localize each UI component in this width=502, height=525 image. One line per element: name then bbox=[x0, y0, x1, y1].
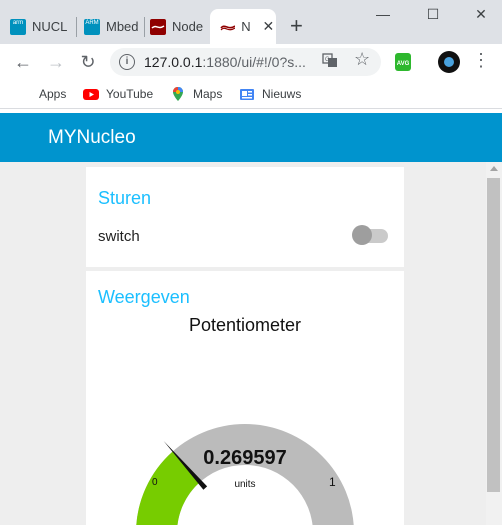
browser-toolbar: ← → ↻ i 127.0.0.1:1880/ui/#!/0?s... G ☆ … bbox=[0, 44, 502, 80]
tab-mbed[interactable]: ARM Mbed bbox=[74, 9, 144, 44]
group-title-sturen: Sturen bbox=[98, 188, 152, 208]
switch-label: switch bbox=[98, 228, 140, 245]
tab-close-icon[interactable]: ✕ bbox=[261, 18, 276, 35]
new-tab-button[interactable]: + bbox=[290, 14, 303, 38]
tab-title: NUCL bbox=[32, 19, 68, 34]
bookmark-maps[interactable]: Maps bbox=[170, 86, 222, 102]
apps-grid-icon bbox=[16, 86, 32, 102]
youtube-icon bbox=[83, 86, 99, 102]
address-bar[interactable]: i 127.0.0.1:1880/ui/#!/0?s... bbox=[110, 48, 381, 76]
gauge-units: units bbox=[234, 479, 256, 490]
tab-title: Node bbox=[172, 19, 204, 34]
avg-extension-icon[interactable]: AVG bbox=[395, 53, 411, 71]
tab-node[interactable]: Node bbox=[140, 9, 208, 44]
tab-active[interactable]: N ✕ bbox=[210, 9, 276, 44]
svg-text:G: G bbox=[325, 57, 330, 63]
bookmark-star-icon[interactable]: ☆ bbox=[354, 49, 370, 70]
bookmark-apps[interactable]: Apps bbox=[16, 86, 66, 102]
dashboard-title: MYNucleo bbox=[48, 127, 136, 148]
tab-strip: arm NUCL ARM Mbed Node N ✕ + — ☐ ✕ bbox=[0, 0, 502, 44]
scrollbar-thumb[interactable] bbox=[487, 178, 500, 492]
maps-pin-icon bbox=[170, 86, 186, 102]
url-host: 127.0.0.1 bbox=[144, 54, 203, 70]
reload-icon[interactable]: ↻ bbox=[77, 51, 99, 73]
tab-title: Mbed bbox=[106, 19, 139, 34]
profile-avatar[interactable] bbox=[438, 51, 460, 73]
gauge-value: 0.269597 bbox=[203, 447, 287, 469]
bookmark-nieuws[interactable]: Nieuws bbox=[239, 86, 301, 102]
node-red-favicon-icon bbox=[150, 18, 166, 35]
bookmark-label: Apps bbox=[39, 87, 67, 101]
maximize-icon[interactable]: ☐ bbox=[418, 6, 448, 28]
dashboard-body: Sturen switch Weergeven Potentiometer 0.… bbox=[0, 162, 486, 525]
bookmark-youtube[interactable]: YouTube bbox=[83, 86, 153, 102]
bookmark-label: YouTube bbox=[106, 87, 154, 101]
tab-nucl[interactable]: arm NUCL bbox=[0, 9, 72, 44]
bookmark-label: Maps bbox=[193, 87, 223, 101]
arm-favicon-icon: arm bbox=[10, 18, 26, 35]
bookmark-label: Nieuws bbox=[262, 87, 302, 101]
menu-dots-icon[interactable]: ⋮ bbox=[472, 50, 490, 71]
node-red-favicon-icon bbox=[220, 19, 236, 35]
translate-icon[interactable]: G bbox=[322, 52, 338, 71]
back-arrow-icon[interactable]: ← bbox=[12, 51, 34, 73]
arm-mbed-favicon-icon: ARM bbox=[84, 18, 100, 35]
group-weergeven: Weergeven Potentiometer 0.269597 units 0… bbox=[86, 271, 404, 525]
forward-arrow-icon[interactable]: → bbox=[45, 51, 67, 73]
bookmarks-bar: Apps YouTube Maps Nieuws bbox=[0, 80, 502, 109]
scroll-up-arrow-icon[interactable] bbox=[490, 166, 498, 171]
gauge-min-label: 0 bbox=[152, 477, 158, 488]
close-window-icon[interactable]: ✕ bbox=[466, 6, 496, 28]
site-info-icon[interactable]: i bbox=[119, 54, 135, 70]
gauge-max-label: 1 bbox=[329, 475, 336, 489]
news-icon bbox=[239, 86, 255, 102]
tab-title: N bbox=[241, 19, 251, 34]
dashboard-header: MYNucleo bbox=[0, 113, 502, 162]
switch-knob[interactable] bbox=[352, 225, 372, 245]
group-sturen: Sturen switch bbox=[86, 167, 404, 267]
url-text: 127.0.0.1:1880/ui/#!/0?s... bbox=[144, 54, 306, 70]
minimize-icon[interactable]: — bbox=[368, 6, 398, 28]
url-path: :1880/ui/#!/0?s... bbox=[202, 54, 306, 70]
